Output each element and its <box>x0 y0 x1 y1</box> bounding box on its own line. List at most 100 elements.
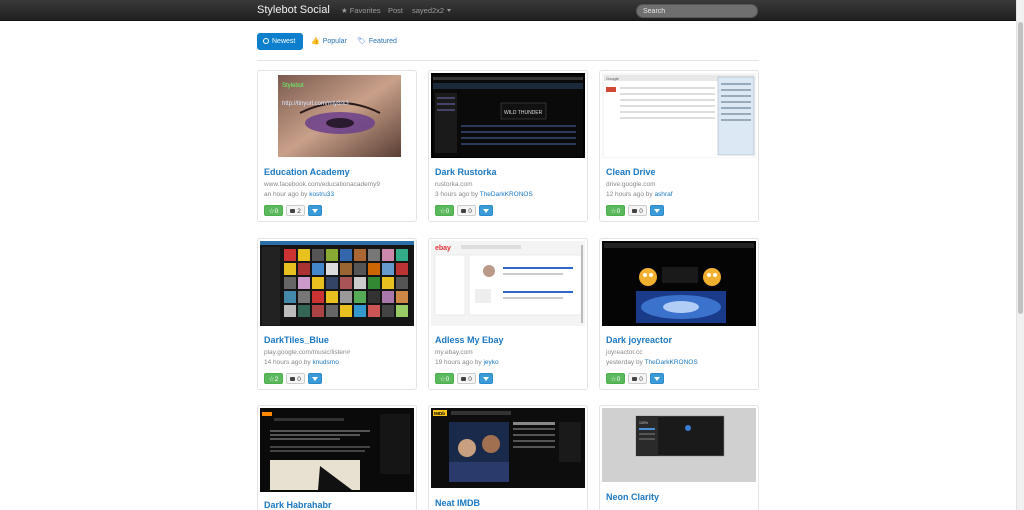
style-card: 100% Neon Clarity <box>599 405 759 510</box>
style-title[interactable]: Dark Rustorka <box>435 167 497 177</box>
tab-newest[interactable]: Newest <box>257 33 303 50</box>
style-author[interactable]: jeyko <box>483 359 498 366</box>
nav-user-menu[interactable]: sayed2x2 <box>412 6 452 15</box>
install-button[interactable] <box>650 205 664 216</box>
download-icon <box>654 209 660 213</box>
style-title[interactable]: DarkTiles_Blue <box>264 335 329 345</box>
install-button[interactable] <box>479 373 493 384</box>
style-title[interactable]: Education Academy <box>264 167 350 177</box>
favorite-button[interactable]: ☆0 <box>435 373 454 384</box>
favorite-button[interactable]: ☆0 <box>435 205 454 216</box>
style-url: drive.google.com <box>606 181 656 188</box>
comment-count: 0 <box>297 376 301 383</box>
thumb-google: Google <box>606 76 620 81</box>
style-card: DarkTiles_Blue play.google.com/music/lis… <box>257 238 417 390</box>
style-title[interactable]: Dark Habrahabr <box>264 500 332 510</box>
favorite-button[interactable]: ☆2 <box>264 373 283 384</box>
style-meta: 3 hours ago by TheDarkKRONOS <box>435 191 533 198</box>
style-author[interactable]: knudsmo <box>312 359 338 366</box>
tab-featured[interactable]: 🏷 Featured <box>357 33 397 50</box>
brand-logo[interactable]: Stylebot Social <box>257 4 330 16</box>
style-url: play.google.com/music/listen# <box>264 349 351 356</box>
svg-text:Stylebot: Stylebot <box>282 83 304 89</box>
thumb-imdb: IMDb <box>434 411 445 416</box>
comment-button[interactable]: 0 <box>457 373 476 384</box>
page-scrollbar[interactable] <box>1016 0 1024 510</box>
thumb-url-overlay: http://tinyurl.com/mly8rk3 <box>282 101 349 107</box>
style-thumbnail[interactable]: Google <box>602 73 756 158</box>
style-author[interactable]: TheDarkKRONOS <box>645 359 698 366</box>
style-meta: 14 hours ago by knudsmo <box>264 359 339 366</box>
comment-count: 2 <box>297 208 301 215</box>
style-thumbnail[interactable]: ebay <box>431 241 585 326</box>
nav-post[interactable]: Post <box>388 6 403 15</box>
tab-popular-label: Popular <box>322 38 347 45</box>
style-url: joyreactor.cc <box>606 349 643 356</box>
comment-icon <box>290 209 296 213</box>
comment-button[interactable]: 0 <box>628 373 647 384</box>
style-thumbnail[interactable] <box>260 408 414 492</box>
comment-button[interactable]: 0 <box>628 205 647 216</box>
style-url: rustorka.com <box>435 181 473 188</box>
style-time: yesterday by <box>606 359 643 366</box>
thumb-percent: 100% <box>639 421 648 425</box>
install-button[interactable] <box>308 205 322 216</box>
style-thumbnail[interactable]: WILD THUNDER <box>431 73 585 158</box>
thumbnail-image <box>260 241 414 326</box>
nav-favorites[interactable]: ★ Favorites <box>341 6 381 15</box>
style-url: my.ebay.com <box>435 349 473 356</box>
download-icon <box>312 377 318 381</box>
thumbnail-image: 100% <box>602 408 756 482</box>
scrollbar-thumb[interactable] <box>1018 22 1023 314</box>
style-title[interactable]: Clean Drive <box>606 167 656 177</box>
style-title[interactable]: Neat IMDB <box>435 498 480 508</box>
style-thumbnail[interactable]: 100% <box>602 408 756 482</box>
style-time: 12 hours ago by <box>606 191 653 198</box>
style-author[interactable]: ashraf <box>654 191 672 198</box>
style-time: 3 hours ago by <box>435 191 479 198</box>
divider <box>257 60 759 61</box>
favorite-button[interactable]: ☆0 <box>606 205 625 216</box>
style-title[interactable]: Adless My Ebay <box>435 335 504 345</box>
comment-count: 0 <box>468 376 472 383</box>
thumbnail-image: ebay <box>431 241 585 326</box>
thumbnail-image <box>260 408 414 492</box>
install-button[interactable] <box>308 373 322 384</box>
style-card: Google Clean Drive drive.google.com 12 h… <box>599 70 759 222</box>
style-thumbnail[interactable] <box>260 241 414 326</box>
comment-count: 0 <box>468 208 472 215</box>
style-time: an hour ago by <box>264 191 308 198</box>
comment-button[interactable]: 0 <box>286 373 305 384</box>
install-button[interactable] <box>650 373 664 384</box>
install-button[interactable] <box>479 205 493 216</box>
tab-newest-label: Newest <box>272 38 296 45</box>
download-icon <box>483 377 489 381</box>
comment-icon <box>632 209 638 213</box>
star-count: 0 <box>616 376 621 383</box>
search-input[interactable] <box>636 4 758 18</box>
style-title[interactable]: Neon Clarity <box>606 492 659 502</box>
favorite-button[interactable]: ☆0 <box>264 205 283 216</box>
style-url: www.facebook.com/educationacademy9 <box>264 181 380 188</box>
star-count: 0 <box>616 208 621 215</box>
star-count: 2 <box>274 376 279 383</box>
style-title[interactable]: Dark joyreactor <box>606 335 672 345</box>
comment-button[interactable]: 0 <box>457 205 476 216</box>
style-thumbnail[interactable] <box>602 241 756 326</box>
tag-icon: 🏷 <box>357 38 366 45</box>
tab-featured-label: Featured <box>368 38 397 45</box>
top-navbar: Stylebot Social ★ Favorites Post sayed2x… <box>0 0 1016 21</box>
style-thumbnail[interactable]: Stylebot http://tinyurl.com/mly8rk3 <box>260 73 414 158</box>
style-thumbnail[interactable]: IMDb <box>431 408 585 488</box>
style-meta: an hour ago by kostru33 <box>264 191 334 198</box>
download-icon <box>654 377 660 381</box>
tab-popular[interactable]: 👍 Popular <box>311 33 347 50</box>
caret-down-icon <box>447 9 452 12</box>
style-author[interactable]: TheDarkKRONOS <box>480 191 533 198</box>
comment-button[interactable]: 2 <box>286 205 305 216</box>
comment-count: 0 <box>639 208 643 215</box>
style-author[interactable]: kostru33 <box>309 191 334 198</box>
comment-icon <box>290 377 296 381</box>
style-card: WILD THUNDER Dark Rustorka rustorka.com … <box>428 70 588 222</box>
favorite-button[interactable]: ☆0 <box>606 373 625 384</box>
